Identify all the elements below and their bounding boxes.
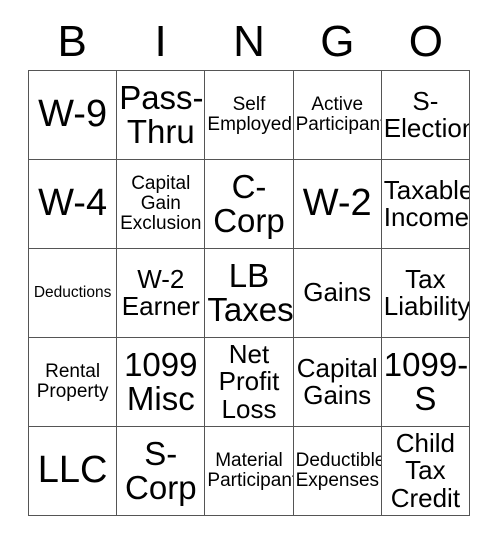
bingo-cell-label: Net Profit Loss — [218, 339, 280, 424]
bingo-cell-o4[interactable]: 1099- S — [381, 338, 470, 427]
bingo-cell-label: Self Employed — [207, 94, 292, 135]
bingo-header-letter-b: B — [57, 17, 87, 66]
bingo-card: B I N G O W-9 Pass- Thru Self Employed A… — [0, 0, 500, 544]
bingo-cell-label: Child Tax Credit — [390, 428, 461, 513]
bingo-cell-label: Taxable Income — [383, 174, 470, 232]
bingo-cell-n1[interactable]: Self Employed — [205, 71, 294, 160]
bingo-cell-label: Capital Gains — [296, 352, 378, 410]
bingo-cell-i5[interactable]: S- Corp — [117, 427, 206, 516]
bingo-cell-g1[interactable]: Active Participant — [293, 71, 382, 160]
bingo-cell-label: Tax Liability — [383, 263, 470, 321]
bingo-cell-n5[interactable]: Material Participant — [205, 427, 294, 516]
bingo-cell-label: 1099 Misc — [124, 345, 198, 417]
bingo-cell-label: Pass- Thru — [119, 78, 204, 150]
bingo-cell-g3[interactable]: Gains — [293, 249, 382, 338]
bingo-header-letter-g: G — [320, 17, 355, 66]
bingo-cell-i1[interactable]: Pass- Thru — [117, 71, 206, 160]
bingo-cell-label: Rental Property — [36, 361, 109, 402]
bingo-cell-o5[interactable]: Child Tax Credit — [381, 427, 470, 516]
bingo-cell-label: W-9 — [38, 93, 108, 136]
bingo-cell-label: Material Participant — [207, 450, 294, 491]
bingo-cell-label: 1099- S — [383, 345, 469, 417]
bingo-cell-label: Gains — [303, 277, 372, 308]
bingo-header-letter-n: N — [233, 17, 265, 66]
bingo-cell-label: S- Election — [383, 85, 470, 143]
bingo-cell-label: S- Corp — [125, 434, 197, 506]
bingo-cell-label: W-2 Earner — [121, 263, 200, 321]
bingo-cell-i3[interactable]: W-2 Earner — [117, 249, 206, 338]
bingo-cell-b1[interactable]: W-9 — [29, 71, 118, 160]
bingo-cell-label: W-4 — [38, 182, 108, 225]
bingo-cell-b5[interactable]: LLC — [29, 427, 118, 516]
bingo-cell-label: Active Participant — [295, 94, 382, 135]
bingo-cell-n3[interactable]: LB Taxes — [205, 249, 294, 338]
bingo-cell-label: W-2 — [302, 182, 372, 225]
bingo-cell-label: Deductible Expenses — [295, 450, 382, 491]
bingo-header-row: B I N G O — [28, 14, 470, 70]
bingo-cell-label: C- Corp — [213, 167, 285, 239]
bingo-cell-label: Deductions — [33, 283, 112, 301]
bingo-cell-o3[interactable]: Tax Liability — [381, 249, 470, 338]
bingo-cell-b2[interactable]: W-4 — [29, 160, 118, 249]
bingo-cell-g4[interactable]: Capital Gains — [293, 338, 382, 427]
bingo-cell-n4[interactable]: Net Profit Loss — [205, 338, 294, 427]
bingo-grid: W-9 Pass- Thru Self Employed Active Part… — [28, 70, 470, 516]
bingo-cell-n2[interactable]: C- Corp — [205, 160, 294, 249]
bingo-cell-i2[interactable]: Capital Gain Exclusion — [117, 160, 206, 249]
bingo-cell-b4[interactable]: Rental Property — [29, 338, 118, 427]
bingo-cell-i4[interactable]: 1099 Misc — [117, 338, 206, 427]
bingo-cell-g2[interactable]: W-2 — [293, 160, 382, 249]
bingo-cell-label: LB Taxes — [207, 256, 294, 328]
bingo-cell-label: LLC — [37, 449, 108, 492]
bingo-cell-b3[interactable]: Deductions — [29, 249, 118, 338]
bingo-header-letter-i: I — [154, 17, 167, 66]
bingo-cell-label: Capital Gain Exclusion — [120, 173, 202, 234]
bingo-cell-o2[interactable]: Taxable Income — [381, 160, 470, 249]
bingo-header-letter-o: O — [408, 17, 443, 66]
bingo-cell-o1[interactable]: S- Election — [381, 71, 470, 160]
bingo-cell-g5[interactable]: Deductible Expenses — [293, 427, 382, 516]
